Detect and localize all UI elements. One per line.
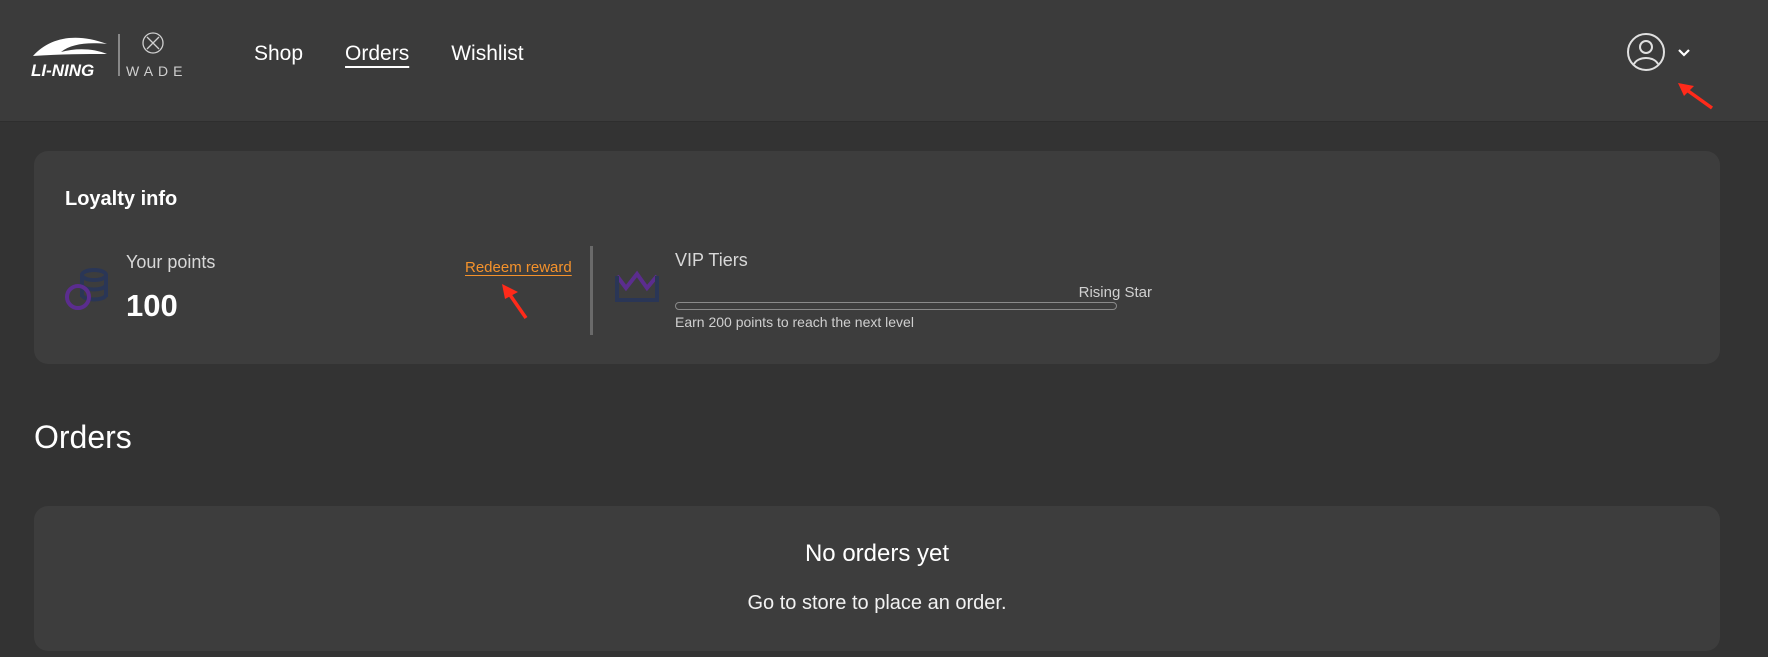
user-circle-icon[interactable] [1626, 32, 1666, 77]
vip-tiers-label: VIP Tiers [675, 250, 748, 270]
loyalty-info-card: Loyalty info Your points 100 Redeem rewa… [34, 151, 1720, 364]
top-header: LI-NING WADE Shop Orders Wishlist [0, 0, 1768, 122]
main-nav: Shop Orders Wishlist [254, 42, 524, 66]
nav-orders[interactable]: Orders [345, 42, 409, 66]
nav-wishlist[interactable]: Wishlist [451, 42, 523, 66]
coins-icon [64, 267, 110, 316]
orders-empty-card: No orders yet Go to store to place an or… [34, 506, 1720, 651]
crown-icon [614, 270, 660, 309]
account-menu-button[interactable] [1626, 32, 1692, 77]
annotation-arrow-account [1678, 83, 1714, 110]
empty-orders-subtitle: Go to store to place an order. [747, 592, 1007, 614]
tier-name: Rising Star [1078, 284, 1152, 301]
wade-logo-text: WADE [126, 63, 187, 79]
orders-heading: Orders [34, 419, 132, 455]
chevron-down-icon[interactable] [1676, 46, 1692, 64]
tier-hint: Earn 200 points to reach the next level [675, 314, 914, 330]
vertical-divider [590, 246, 593, 335]
redeem-reward-link[interactable]: Redeem reward [465, 259, 572, 276]
points-value: 100 [126, 288, 178, 323]
annotation-arrow-redeem [502, 284, 528, 319]
empty-orders-title: No orders yet [804, 540, 950, 567]
loyalty-title: Loyalty info [65, 188, 178, 210]
brand-logo-text: LI-NING [31, 61, 94, 80]
tier-progress-bar [675, 302, 1117, 310]
brand-logo[interactable]: LI-NING WADE [31, 30, 211, 80]
nav-shop[interactable]: Shop [254, 42, 303, 66]
points-label: Your points [126, 252, 216, 272]
